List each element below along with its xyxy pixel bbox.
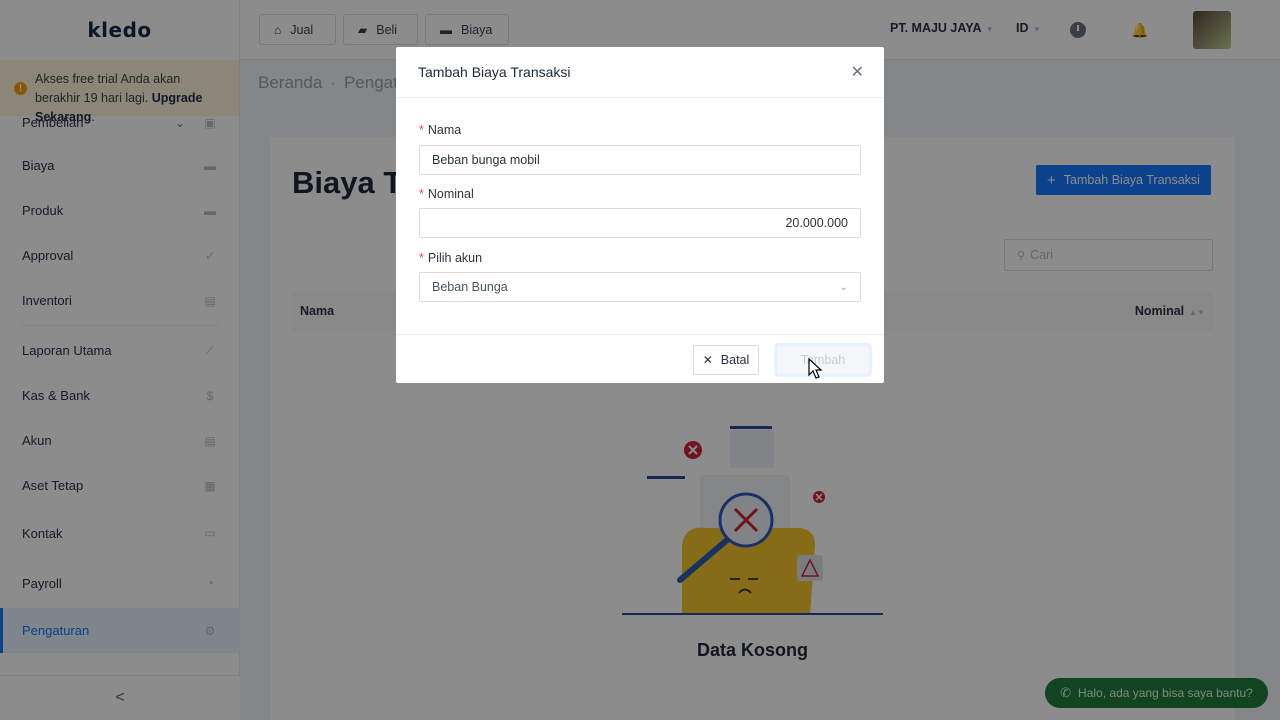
chevron-down-icon: ⌄: [839, 281, 848, 293]
required-marker: *: [419, 123, 424, 137]
required-marker: *: [419, 251, 424, 265]
akun-selected-value: Beban Bunga: [432, 280, 508, 294]
nama-label: * Nama: [419, 123, 461, 137]
nominal-input[interactable]: 20.000.000: [419, 208, 861, 238]
nama-label-text: Nama: [427, 123, 462, 137]
close-icon: ✕: [702, 353, 713, 367]
nominal-label-text: Nominal: [427, 187, 474, 201]
akun-label-text: Pilih akun: [427, 251, 483, 265]
akun-select[interactable]: Beban Bunga ⌄: [419, 272, 861, 302]
add-transaction-cost-modal: Tambah Biaya Transaksi ✕ * Nama Beban bun…: [396, 47, 884, 383]
cancel-button[interactable]: ✕ Batal: [693, 345, 759, 375]
mouse-cursor-icon: [808, 358, 823, 379]
nominal-label: * Nominal: [419, 187, 474, 201]
modal-title: Tambah Biaya Transaksi: [418, 64, 571, 80]
cancel-label: Batal: [720, 353, 750, 367]
modal-header: Tambah Biaya Transaksi ✕: [396, 47, 884, 98]
close-icon[interactable]: ✕: [851, 62, 864, 82]
required-marker: *: [419, 187, 424, 201]
nama-input[interactable]: Beban bunga mobil: [419, 145, 861, 175]
akun-label: * Pilih akun: [419, 251, 482, 265]
